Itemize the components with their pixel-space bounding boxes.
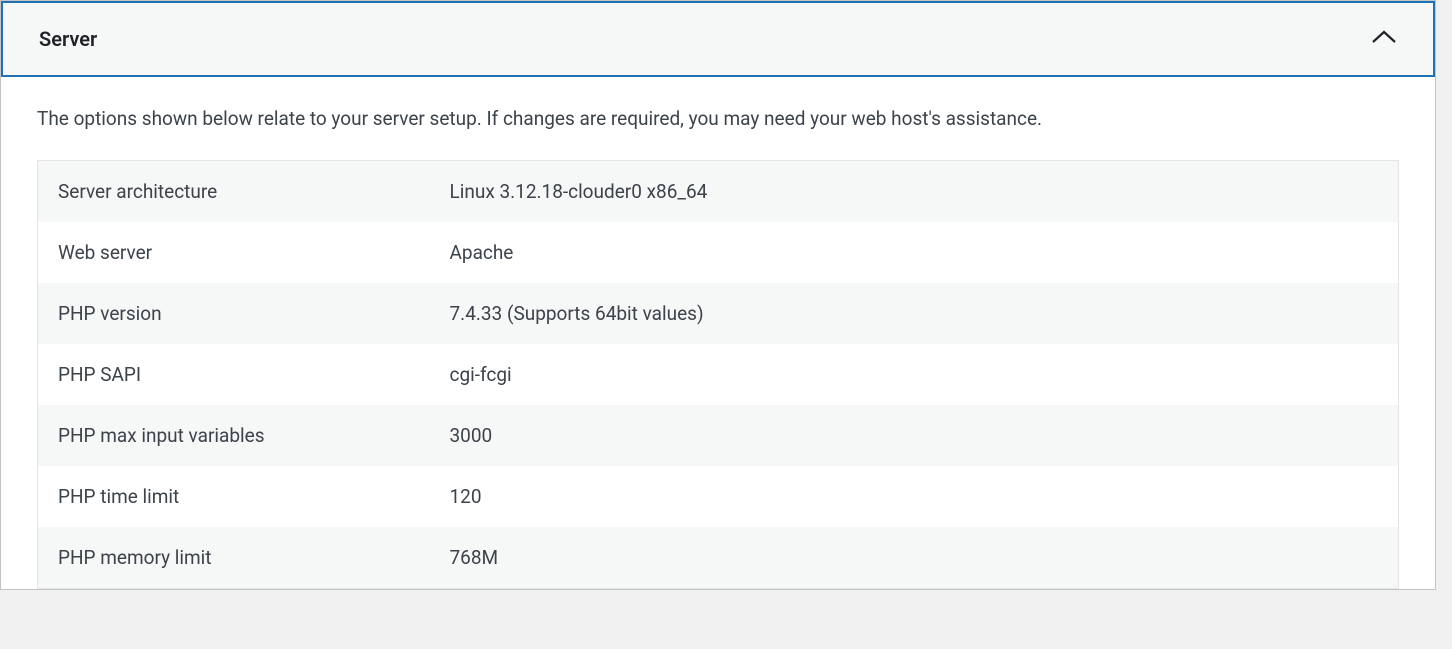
row-label: PHP SAPI [38, 344, 430, 405]
row-label: PHP version [38, 283, 430, 344]
row-value: 7.4.33 (Supports 64bit values) [430, 283, 1399, 344]
row-value: 768M [430, 527, 1399, 589]
table-row: PHP version 7.4.33 (Supports 64bit value… [38, 283, 1399, 344]
row-value: Apache [430, 222, 1399, 283]
table-row: Web server Apache [38, 222, 1399, 283]
row-label: PHP max input variables [38, 405, 430, 466]
row-label: PHP memory limit [38, 527, 430, 589]
table-row: PHP max input variables 3000 [38, 405, 1399, 466]
table-row: PHP SAPI cgi-fcgi [38, 344, 1399, 405]
row-value: cgi-fcgi [430, 344, 1399, 405]
row-label: PHP time limit [38, 466, 430, 527]
table-row: PHP memory limit 768M [38, 527, 1399, 589]
row-label: Server architecture [38, 160, 430, 222]
table-row: Server architecture Linux 3.12.18-cloude… [38, 160, 1399, 222]
server-panel-body: The options shown below relate to your s… [1, 77, 1435, 589]
row-value: Linux 3.12.18-clouder0 x86_64 [430, 160, 1399, 222]
table-row: PHP time limit 120 [38, 466, 1399, 527]
row-value: 120 [430, 466, 1399, 527]
row-value: 3000 [430, 405, 1399, 466]
panel-description: The options shown below relate to your s… [37, 105, 1399, 134]
server-panel: Server The options shown below relate to… [0, 0, 1436, 590]
panel-title: Server [39, 27, 97, 51]
server-info-table: Server architecture Linux 3.12.18-cloude… [37, 160, 1399, 589]
row-label: Web server [38, 222, 430, 283]
chevron-up-icon [1371, 29, 1397, 49]
server-panel-header[interactable]: Server [1, 1, 1435, 77]
